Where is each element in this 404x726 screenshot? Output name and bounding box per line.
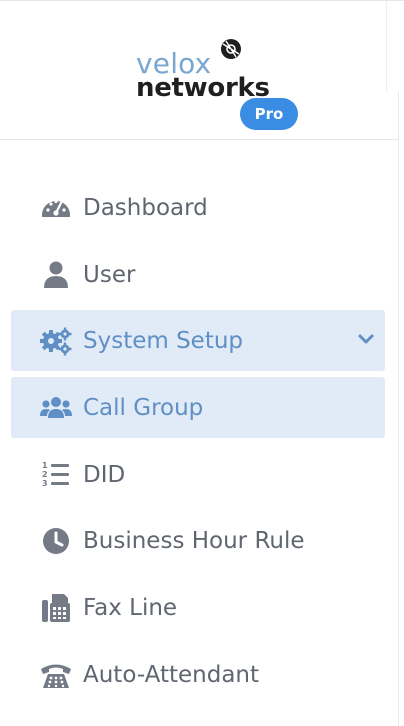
header-divider [0,139,398,140]
sidebar-item-user[interactable]: User [11,244,385,305]
svg-text:2: 2 [42,470,48,479]
sidebar-item-dashboard[interactable]: Dashboard [11,177,385,238]
logo-ball-icon [221,39,241,59]
sidebar-item-call-group[interactable]: Call Group [11,377,385,438]
sidebar-item-system-setup[interactable]: System Setup [11,310,385,371]
top-border [0,0,404,5]
sidebar-item-label: Fax Line [83,595,178,621]
sidebar-item-auto-attendant[interactable]: Auto-Attendant [11,644,385,705]
logo-networks-text: networks [136,73,270,103]
sidebar-item-label: Business Hour Rule [83,528,305,554]
users-group-icon [40,397,72,418]
sidebar-item-label: User [83,262,136,288]
chevron-down-icon[interactable] [357,330,375,348]
user-icon [44,261,68,288]
sidebar-item-label: DID [83,462,126,488]
fax-icon [42,594,70,622]
sidebar-item-label: Dashboard [83,195,208,221]
svg-text:1: 1 [42,461,48,470]
sidebar-item-label: Auto-Attendant [83,662,260,688]
sidebar-item-label: System Setup [83,328,244,354]
brand-logo[interactable]: velox networks Pro [134,38,304,134]
sidebar-right-border [398,92,399,726]
sidebar-item-business-hour-rule[interactable]: Business Hour Rule [11,510,385,571]
numbered-list-icon: 1 2 3 [42,461,69,488]
svg-text:3: 3 [42,479,48,488]
sidebar-item-fax-line[interactable]: Fax Line [11,577,385,638]
sidebar-item-did[interactable]: 1 2 3 DID [11,444,385,505]
phone-attendant-icon [41,664,71,688]
dashboard-gauge-icon [42,199,70,217]
clock-icon [43,528,69,554]
cogs-icon [40,327,72,356]
panel-border-top [386,0,387,92]
sidebar-item-label: Call Group [83,395,204,421]
pro-badge: Pro [240,98,298,130]
